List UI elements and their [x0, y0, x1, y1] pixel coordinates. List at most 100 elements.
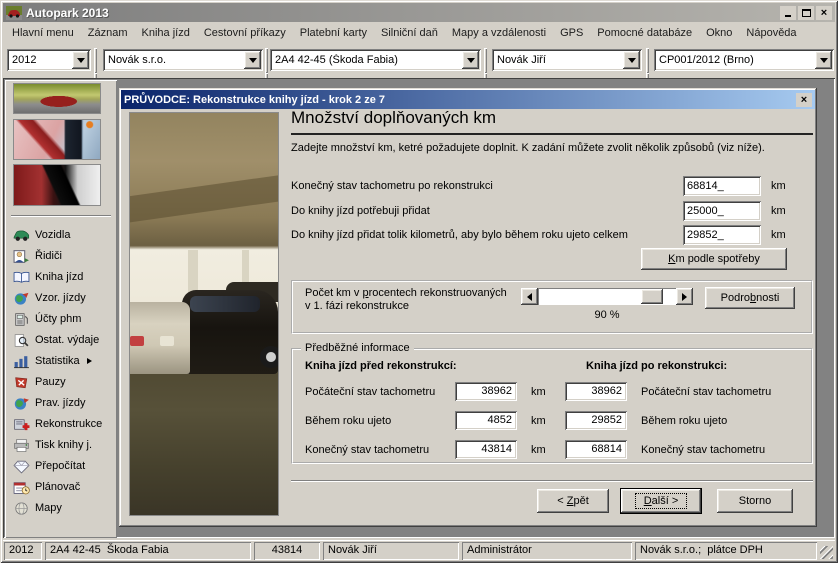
driver-combobox[interactable]: Novák Jiří [492, 49, 642, 71]
menu-zaznam[interactable]: Záznam [81, 24, 135, 42]
back-button[interactable]: < Zpět [537, 489, 609, 513]
fuel-photo-thumbnail[interactable] [13, 164, 101, 206]
sidebar-item-planovac[interactable]: Plánovač [9, 477, 115, 497]
sidebar-item-prav-jizdy[interactable]: Prav. jízdy [9, 393, 115, 413]
sidebar-item-tisk-knihy[interactable]: Tisk knihy j. [9, 435, 115, 455]
status-user-role: Administrátor [462, 542, 632, 560]
year-combobox[interactable]: 2012 [7, 49, 91, 71]
client-area: Vozidla Řidiči Kniha jízd Vzor. jízdy Úč… [3, 78, 835, 538]
cancel-button[interactable]: Storno [717, 489, 793, 513]
sidebar-item-pauzy[interactable]: Pauzy [9, 372, 115, 392]
vehicle-combobox[interactable]: 2A4 42-45 (Škoda Fabia) [270, 49, 481, 71]
status-driver: Novák Jiří [323, 542, 459, 560]
regular-trips-globe-icon [13, 396, 30, 411]
final-odometer-input[interactable] [683, 176, 761, 196]
minimize-button[interactable] [780, 6, 796, 20]
scrollbar-track[interactable] [538, 288, 676, 305]
toolbar-grip[interactable] [484, 48, 491, 73]
sidebar-item-label: Rekonstrukce [35, 418, 102, 430]
km-by-consumption-button[interactable]: Km podle spotřeby [641, 248, 787, 270]
scrollbar-thumb[interactable] [641, 289, 663, 304]
sidebar-item-statistika[interactable]: Statistika [9, 351, 115, 371]
row-label-after: Konečný stav tachometru [641, 444, 765, 456]
before-odometer-start-field: 38962 [455, 382, 517, 401]
sidebar-item-vzor-jizdy[interactable]: Vzor. jízdy [9, 288, 115, 308]
km-unit-label: km [531, 444, 546, 456]
dialog-close-button[interactable]: × [796, 93, 812, 107]
sidebar-item-mapy[interactable]: Mapy [9, 498, 115, 518]
km-to-add-input[interactable] [683, 201, 761, 221]
close-button[interactable]: × [816, 6, 832, 20]
sidebar-item-vozidla[interactable]: Vozidla [9, 225, 115, 245]
trip-order-combobox[interactable]: CP001/2012 (Brno) [654, 49, 834, 71]
sidebar-item-label: Vozidla [35, 229, 70, 241]
chevron-down-icon[interactable] [815, 51, 832, 69]
logbook-icon [13, 270, 30, 285]
car-photo-thumbnail[interactable] [13, 83, 101, 114]
status-year: 2012 [4, 542, 42, 560]
planner-calendar-icon [13, 480, 30, 495]
toolbar-grip[interactable] [646, 48, 653, 73]
sidebar-item-ostat-vydaje[interactable]: Ostat. výdaje [9, 330, 115, 350]
after-odometer-start-field: 38962 [565, 382, 627, 401]
sidebar-item-ucty-phm[interactable]: Účty phm [9, 309, 115, 329]
wizard-dialog: PRŮVODCE: Rekonstrukce knihy jízd - krok… [119, 88, 817, 527]
window-title: Autopark 2013 [26, 6, 778, 20]
menu-platebni-karty[interactable]: Platební karty [293, 24, 374, 42]
sidebar-item-label: Mapy [35, 502, 62, 514]
menu-kniha-jizd[interactable]: Kniha jízd [135, 24, 197, 42]
menu-hlavni-menu[interactable]: Hlavní menu [5, 24, 81, 42]
recalculate-diamond-icon [13, 459, 30, 474]
km-unit-label: km [531, 415, 546, 427]
row-label-after: Počáteční stav tachometru [641, 386, 771, 398]
pause-stamp-icon [13, 375, 30, 390]
chevron-down-icon[interactable] [72, 51, 89, 69]
row-label-before: Konečný stav tachometru [305, 444, 429, 456]
scroll-right-button[interactable] [676, 288, 693, 305]
chevron-down-icon[interactable] [462, 51, 479, 69]
chevron-down-icon[interactable] [623, 51, 640, 69]
sidebar-item-rekonstrukce[interactable]: Rekonstrukce [9, 414, 115, 434]
menu-silnicni-dan[interactable]: Silniční daň [374, 24, 445, 42]
toolbar: 2012 Novák s.r.o. 2A4 42-45 (Škoda Fabia… [3, 44, 835, 78]
heading-rule [291, 133, 813, 135]
row-label-after: Během roku ujeto [641, 415, 727, 427]
sidebar-item-prepocitat[interactable]: Přepočítat [9, 456, 115, 476]
route-globe-icon [13, 291, 30, 306]
menu-mapy-a-vzdalenosti[interactable]: Mapy a vzdálenosti [445, 24, 553, 42]
sidebar-item-kniha-jizd[interactable]: Kniha jízd [9, 267, 115, 287]
row-label-before: Během roku ujeto [305, 415, 391, 427]
percent-value: 90 % [521, 309, 693, 321]
percent-label-line2: v 1. fázi rekonstrukce [305, 300, 409, 312]
menu-pomocne-databaze[interactable]: Pomocné databáze [590, 24, 699, 42]
km-total-year-input[interactable] [683, 225, 761, 245]
maximize-button[interactable] [798, 6, 814, 20]
menu-gps[interactable]: GPS [553, 24, 590, 42]
dialog-intro-text: Zadejte množství km, ketré požadujete do… [291, 142, 813, 154]
minimize-icon [785, 15, 791, 17]
next-button[interactable]: Další > [621, 489, 701, 513]
chevron-down-icon[interactable] [244, 51, 261, 69]
preliminary-groupbox: Předběžné informace Kniha jízd před reko… [291, 348, 813, 464]
sidebar-item-ridici[interactable]: Řidiči [9, 246, 115, 266]
travel-photo-thumbnail[interactable] [13, 119, 101, 160]
dialog-titlebar: PRŮVODCE: Rekonstrukce knihy jízd - krok… [121, 90, 815, 109]
sidebar-separator [11, 215, 111, 217]
dialog-title: PRŮVODCE: Rekonstrukce knihy jízd - krok… [124, 94, 794, 106]
dialog-heading: Množství doplňovaných km [291, 108, 496, 128]
menu-cestovni-prikazy[interactable]: Cestovní příkazy [197, 24, 293, 42]
company-combobox[interactable]: Novák s.r.o. [103, 49, 263, 71]
driver-icon [13, 249, 30, 264]
window-titlebar: Autopark 2013 × [3, 3, 835, 22]
close-icon: × [821, 8, 827, 18]
scroll-left-button[interactable] [521, 288, 538, 305]
reconstruction-book-icon [13, 417, 30, 432]
menu-napoveda[interactable]: Nápověda [739, 24, 803, 42]
toolbar-grip[interactable] [94, 48, 101, 73]
final-odometer-label: Konečný stav tachometru po rekonstrukci [291, 180, 493, 192]
details-button[interactable]: Podrobnosti [705, 287, 795, 309]
resize-grip-icon[interactable] [820, 546, 833, 559]
menu-okno[interactable]: Okno [699, 24, 739, 42]
status-vehicle: 2A4 42-45 Škoda Fabia [45, 542, 251, 560]
maximize-icon [802, 9, 811, 17]
